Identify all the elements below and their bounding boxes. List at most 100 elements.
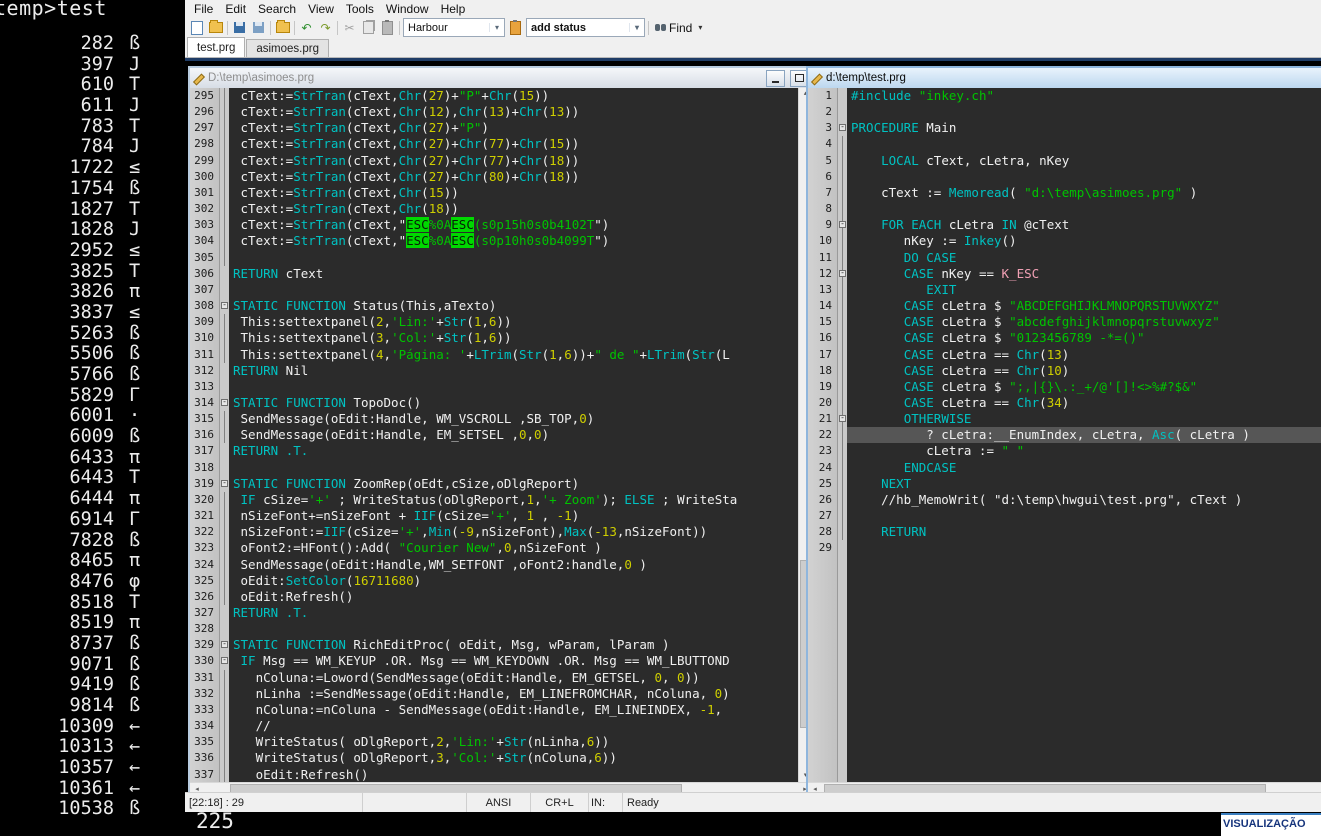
minimize-icon [772, 81, 779, 83]
code-text: ENDCASE [847, 460, 1321, 476]
menu-edit[interactable]: Edit [219, 1, 252, 17]
terminal-row: 8476φ [0, 572, 182, 593]
line-number: 3 [808, 120, 838, 136]
fold-toggle-icon[interactable]: - [839, 221, 846, 228]
terminal-row: 8737ß [0, 634, 182, 655]
minimize-button[interactable] [766, 70, 785, 87]
chevron-down-icon[interactable]: ▾ [489, 23, 504, 32]
code-text: //hb_MemoWrit( "d:\temp\hwgui\test.prg",… [847, 492, 1321, 508]
scrollbar-thumb[interactable] [230, 784, 682, 792]
save-button[interactable] [230, 19, 249, 36]
code-line: 25 NEXT [808, 476, 1321, 492]
menu-help[interactable]: Help [435, 1, 472, 17]
code-area[interactable]: 295 cText:=StrTran(cText,Chr(27)+"P"+Chr… [190, 88, 798, 782]
open-folder-icon [209, 22, 223, 33]
scrollbar-thumb[interactable] [824, 784, 1266, 792]
line-number: 323 [190, 540, 220, 556]
paste-icon [382, 21, 393, 35]
code-text: nColuna:=Loword(SendMessage(oEdit:Handle… [229, 670, 798, 686]
paste-button[interactable] [378, 19, 397, 36]
copy-button[interactable] [359, 19, 378, 36]
fold-toggle-icon[interactable]: - [221, 480, 228, 487]
fold-toggle-icon[interactable]: - [839, 124, 846, 131]
code-text: STATIC FUNCTION ZoomRep(oEdt,cSize,oDlgR… [229, 476, 798, 492]
fold-margin: - [838, 120, 847, 136]
code-line: 18 CASE cLetra == Chr(10) [808, 363, 1321, 379]
fold-margin [838, 250, 847, 266]
terminal-row: 8465π [0, 551, 182, 572]
syntax-combobox[interactable]: Harbour ▾ [403, 18, 505, 37]
horizontal-scrollbar[interactable]: ◂ ▸ [190, 782, 812, 792]
code-line: 299 cText:=StrTran(cText,Chr(27)+Chr(77)… [190, 153, 798, 169]
action-combobox[interactable]: add status ▾ [526, 18, 645, 37]
menu-tools[interactable]: Tools [340, 1, 380, 17]
tab-asimoes-prg[interactable]: asimoes.prg [246, 39, 329, 57]
menu-search[interactable]: Search [252, 1, 302, 17]
code-text: cText:=StrTran(cText,Chr(12),Chr(13)+Chr… [229, 104, 798, 120]
code-line: 320 IF cSize='+' ; WriteStatus(oDlgRepor… [190, 492, 798, 508]
fold-margin [220, 767, 229, 782]
code-text: CASE cLetra == Chr(34) [847, 395, 1321, 411]
menu-window[interactable]: Window [380, 1, 435, 17]
horizontal-scrollbar[interactable]: ◂ [808, 782, 1321, 792]
code-text [847, 169, 1321, 185]
save-icon [234, 22, 245, 33]
find-button[interactable]: Find ▾ [655, 21, 702, 35]
line-number: 307 [190, 282, 220, 298]
line-number: 15 [808, 314, 838, 330]
fold-toggle-icon[interactable]: - [839, 415, 846, 422]
code-line: 309 This:settextpanel(2,'Lin:'+Str(1,6)) [190, 314, 798, 330]
status-position: [22:18] : 29 [185, 793, 363, 812]
run-action-button[interactable] [506, 19, 525, 36]
line-number: 329 [190, 637, 220, 653]
syntax-combobox-value: Harbour [408, 22, 448, 34]
fold-toggle-icon[interactable]: - [839, 270, 846, 277]
window-titlebar[interactable]: D:\temp\asimoes.prg [190, 68, 812, 88]
line-number: 12 [808, 266, 838, 282]
code-line: 317RETURN .T. [190, 443, 798, 459]
new-file-button[interactable] [187, 19, 206, 36]
fold-toggle-icon[interactable]: - [221, 641, 228, 648]
open-file-button[interactable] [206, 19, 225, 36]
terminal-row: 5506ß [0, 344, 182, 365]
code-line: 318 [190, 460, 798, 476]
terminal-row: 1827T [0, 200, 182, 221]
save-all-button[interactable] [249, 19, 268, 36]
fold-toggle-icon[interactable]: - [221, 302, 228, 309]
cut-button[interactable]: ✂ [340, 19, 359, 36]
code-text: CASE nKey == K_ESC [847, 266, 1321, 282]
window-titlebar[interactable]: d:\temp\test.prg [808, 68, 1321, 88]
scroll-left-icon[interactable]: ◂ [808, 783, 822, 792]
code-text: PROCEDURE Main [847, 120, 1321, 136]
terminal-row: 6433π [0, 448, 182, 469]
fold-toggle-icon[interactable]: - [221, 399, 228, 406]
line-number: 316 [190, 427, 220, 443]
code-line: 15 CASE cLetra $ "abcdefghijklmnopqrstuv… [808, 314, 1321, 330]
line-number: 1 [808, 88, 838, 104]
fold-margin [838, 104, 847, 120]
fold-toggle-icon[interactable]: - [221, 657, 228, 664]
chevron-down-icon[interactable]: ▾ [629, 23, 644, 32]
fold-margin [220, 153, 229, 169]
line-number: 331 [190, 670, 220, 686]
terminal-row: 8519π [0, 613, 182, 634]
close-file-button[interactable] [273, 19, 292, 36]
code-area[interactable]: 1#include "inkey.ch"23-PROCEDURE Main45 … [808, 88, 1321, 782]
code-text: CASE cLetra $ ";,|{}\.:_+/@'[]!<>%#?$&" [847, 379, 1321, 395]
code-text: CASE cLetra $ "ABCDEFGHIJKLMNOPQRSTUVWXY… [847, 298, 1321, 314]
terminal-rows: 282ß397J610T611J783T784J1722≤1754ß1827T1… [0, 34, 182, 820]
line-number: 334 [190, 718, 220, 734]
new-file-icon [191, 21, 203, 35]
status-empty [363, 793, 467, 812]
fold-margin [220, 347, 229, 363]
fold-margin [838, 508, 847, 524]
terminal-row: 5263ß [0, 324, 182, 345]
menu-view[interactable]: View [302, 1, 340, 17]
redo-button[interactable]: ↷ [316, 19, 335, 36]
tab-test-prg[interactable]: test.prg [187, 37, 245, 57]
maximize-icon [795, 74, 804, 82]
scroll-left-icon[interactable]: ◂ [190, 783, 204, 792]
terminal-row: 9814ß [0, 696, 182, 717]
menu-file[interactable]: File [188, 1, 219, 17]
undo-button[interactable]: ↶ [297, 19, 316, 36]
